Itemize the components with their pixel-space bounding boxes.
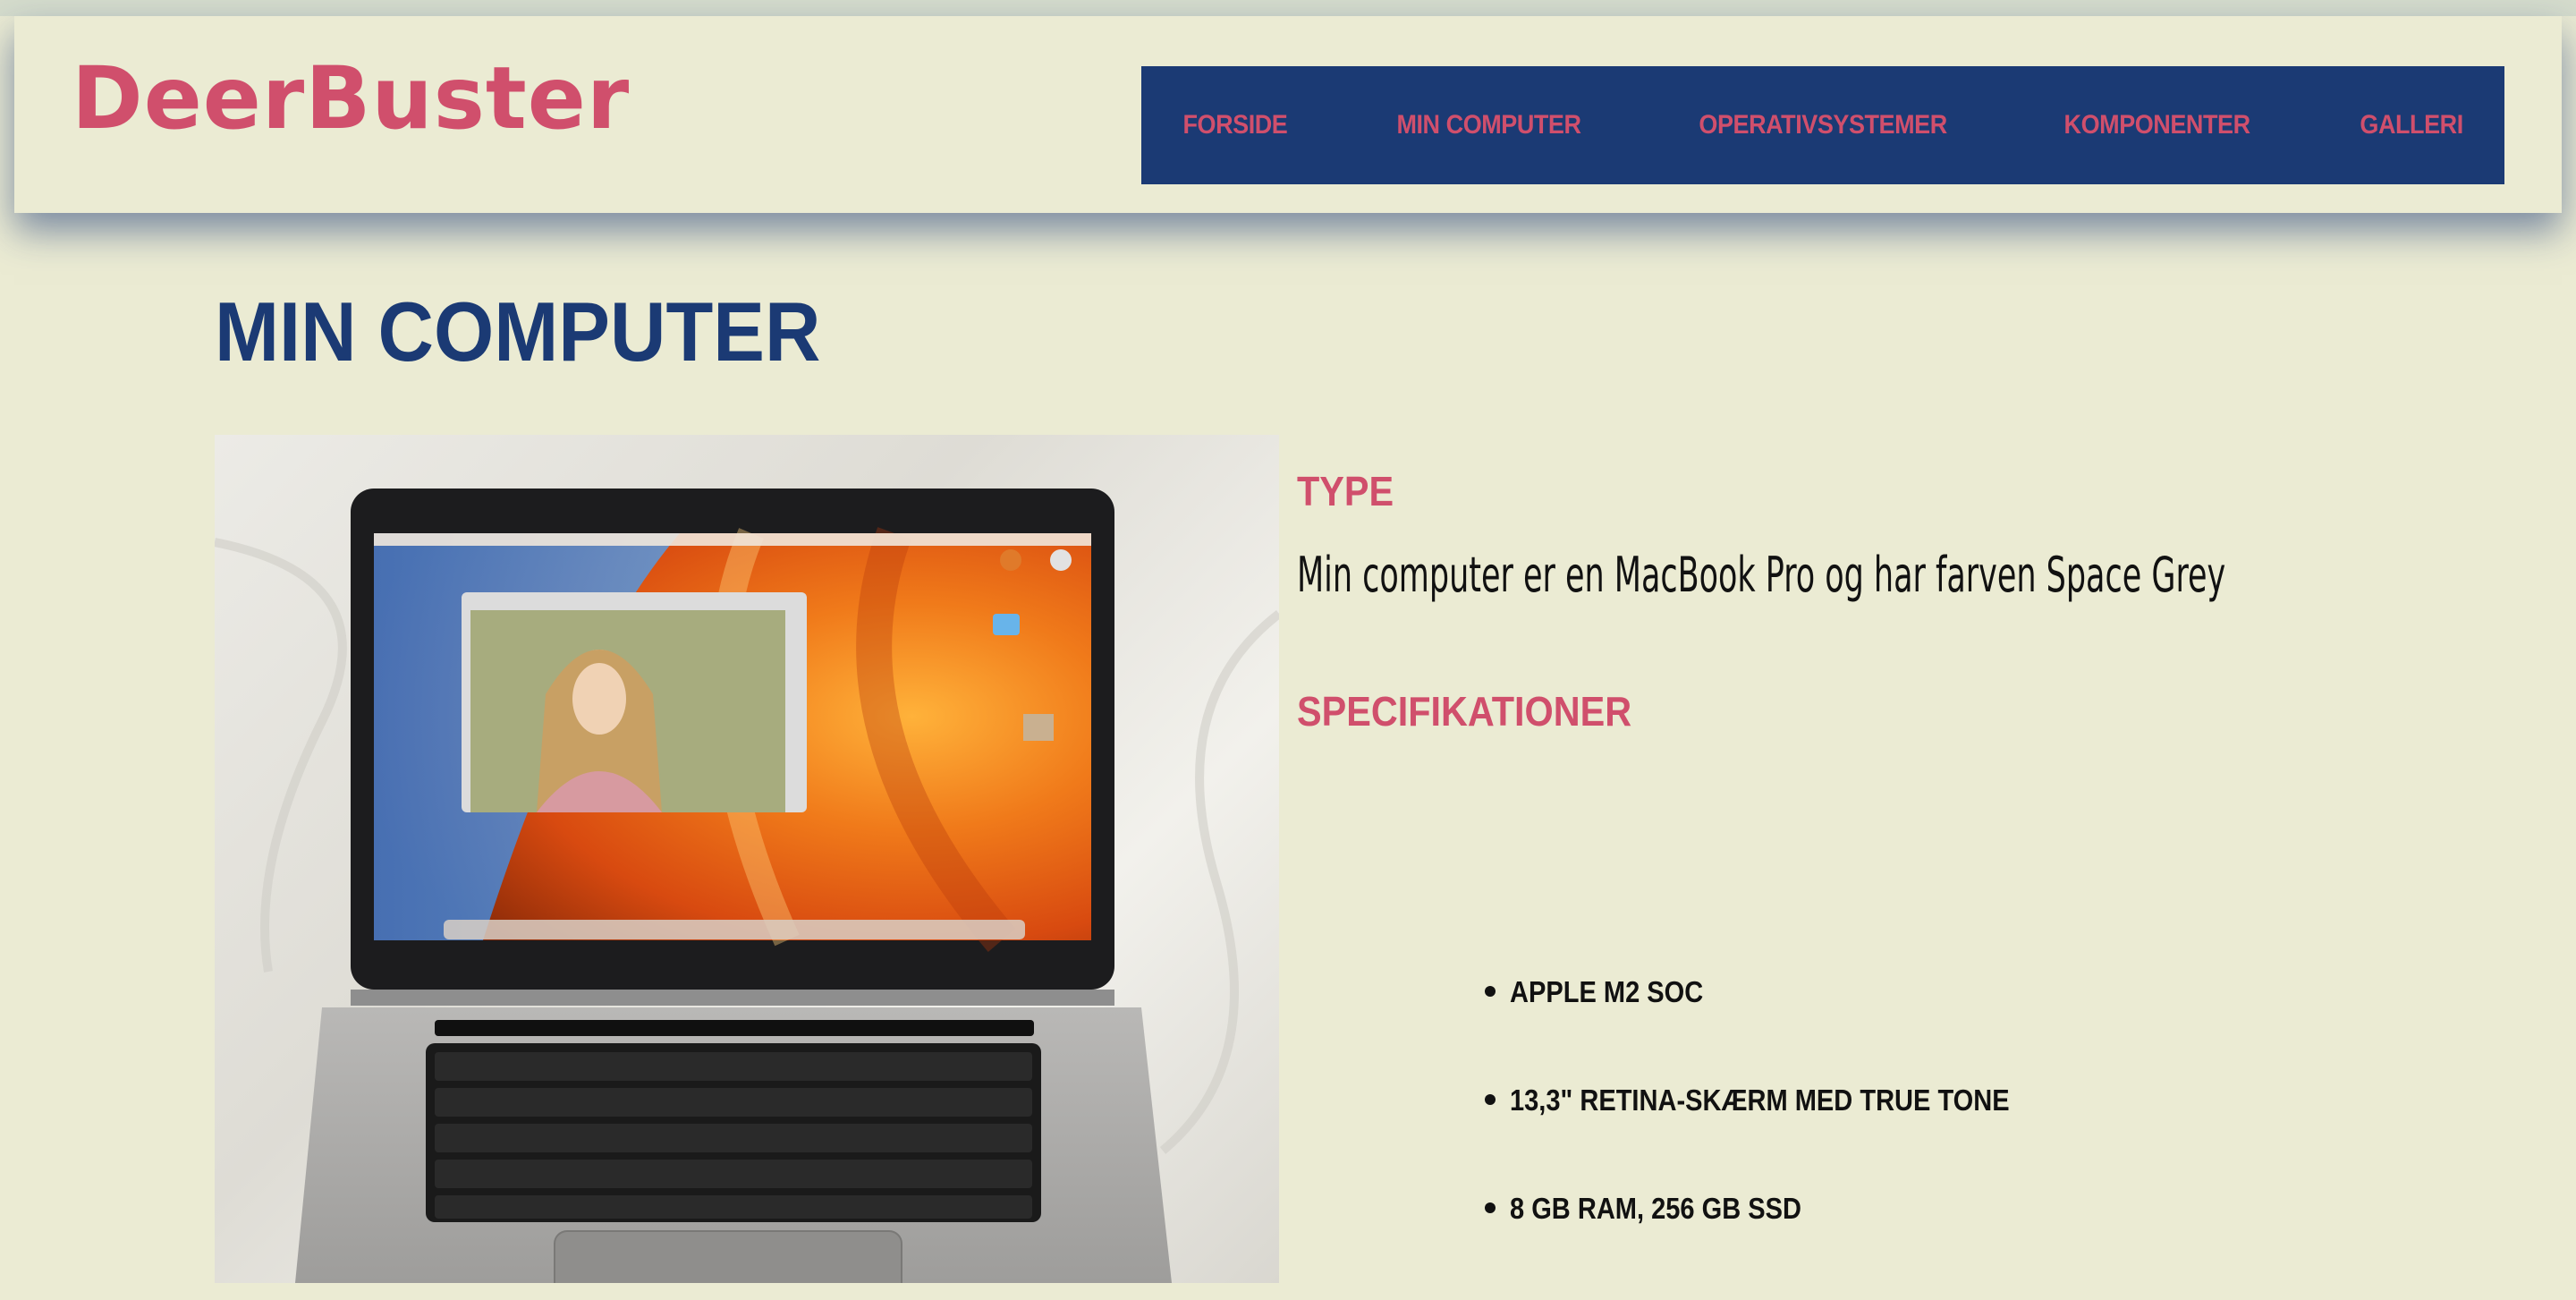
list-item: APPLE M2 SOC <box>1485 975 2078 1083</box>
macbook-illustration <box>215 489 1279 1283</box>
top-strip <box>0 0 2576 16</box>
list-item: 13,3" RETINA-SKÆRM MED TRUE TONE <box>1485 1083 2078 1192</box>
specs-heading: SPECIFIKATIONER <box>1297 688 1632 735</box>
spec-list: APPLE M2 SOC 13,3" RETINA-SKÆRM MED TRUE… <box>1485 975 2078 1300</box>
list-item: 8 GB RAM, 256 GB SSD <box>1485 1192 2078 1300</box>
nav-item-komponenter[interactable]: KOMPONENTER <box>2064 110 2251 140</box>
page-title: MIN COMPUTER <box>215 285 821 378</box>
main-nav: FORSIDE MIN COMPUTER OPERATIVSYSTEMER KO… <box>1141 66 2504 184</box>
macbook-photo <box>215 435 1279 1283</box>
type-description: Min computer er en MacBook Pro og har fa… <box>1297 547 2226 603</box>
site-logo[interactable]: DeerBuster <box>72 55 630 141</box>
nav-item-galleri[interactable]: GALLERI <box>2360 110 2463 140</box>
nav-item-operativsystemer[interactable]: OPERATIVSYSTEMER <box>1699 110 1947 140</box>
nav-item-min-computer[interactable]: MIN COMPUTER <box>1397 110 1582 140</box>
site-header: DeerBuster FORSIDE MIN COMPUTER OPERATIV… <box>14 16 2562 213</box>
type-heading: TYPE <box>1297 468 1394 514</box>
main-content: MIN COMPUTER TYPE Min computer er en Mac… <box>0 213 2576 1283</box>
nav-item-forside[interactable]: FORSIDE <box>1182 110 1287 140</box>
